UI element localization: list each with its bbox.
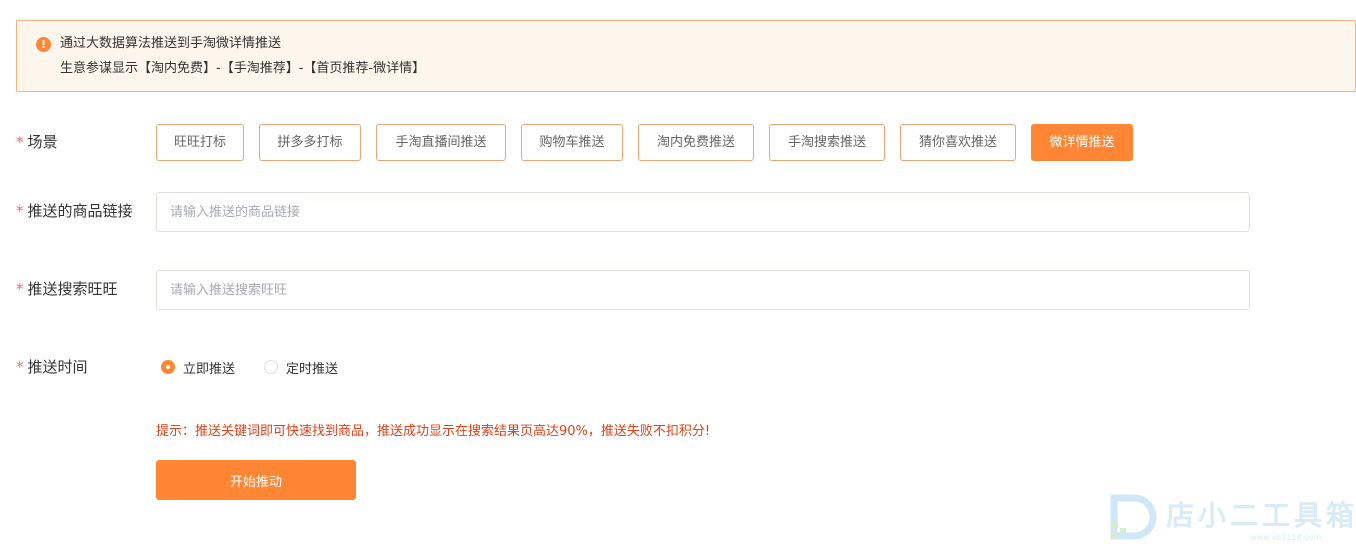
scene-option-wangwang-tag[interactable]: 旺旺打标 [156,124,244,161]
required-mark: * [16,202,24,220]
scene-option-pdd-tag[interactable]: 拼多多打标 [259,124,361,161]
scene-option-cart-push[interactable]: 购物车推送 [521,124,623,161]
radio-push-now[interactable]: 立即推送 [161,357,235,377]
notice-line-1: 通过大数据算法推送到手淘微详情推送 [60,36,282,51]
tip-text: 提示：推送关键词即可快速找到商品，推送成功显示在搜索结果页高达90%，推送失败不… [156,424,711,439]
start-push-button[interactable]: 开始推动 [156,460,356,500]
push-time-label-text: 推送时间 [27,358,88,376]
radio-push-scheduled-label: 定时推送 [286,361,339,377]
scene-label: * 场景 [16,132,58,152]
scene-option-search-push[interactable]: 手淘搜索推送 [769,124,885,161]
watermark-url: www.xd1118.com [1250,533,1322,542]
search-wangwang-input[interactable] [156,270,1250,310]
required-mark: * [16,358,24,376]
scene-option-guess-like-push[interactable]: 猜你喜欢推送 [900,124,1016,161]
watermark-logo-icon [1110,494,1157,540]
scene-option-micro-detail-push[interactable]: 微详情推送 [1031,124,1133,161]
notice-banner: ! 通过大数据算法推送到手淘微详情推送 生意参谋显示【淘内免费】-【手淘推荐】-… [16,20,1356,92]
notice-line-2: 生意参谋显示【淘内免费】-【手淘推荐】-【首页推荐-微详情】 [60,61,426,76]
watermark-text: 店小二工具箱 [1166,499,1356,532]
push-time-label: * 推送时间 [16,357,88,377]
scene-label-text: 场景 [27,133,58,151]
required-mark: * [16,133,24,151]
required-mark: * [16,280,24,298]
product-link-input[interactable] [156,192,1250,232]
radio-push-scheduled[interactable]: 定时推送 [264,357,338,377]
radio-push-now-label: 立即推送 [183,361,236,377]
product-link-label-text: 推送的商品链接 [27,202,133,220]
radio-circle-checked[interactable] [161,360,175,374]
product-link-label: * 推送的商品链接 [16,201,133,221]
watermark: 店小二工具箱 www.xd1118.com [1108,490,1356,546]
exclamation-circle-icon: ! [36,37,51,52]
search-wangwang-label-text: 推送搜索旺旺 [27,280,118,298]
scene-option-free-push[interactable]: 淘内免费推送 [638,124,754,161]
scene-option-live-push[interactable]: 手淘直播间推送 [376,124,506,161]
search-wangwang-label: * 推送搜索旺旺 [16,279,118,299]
radio-circle-unchecked[interactable] [264,360,278,374]
